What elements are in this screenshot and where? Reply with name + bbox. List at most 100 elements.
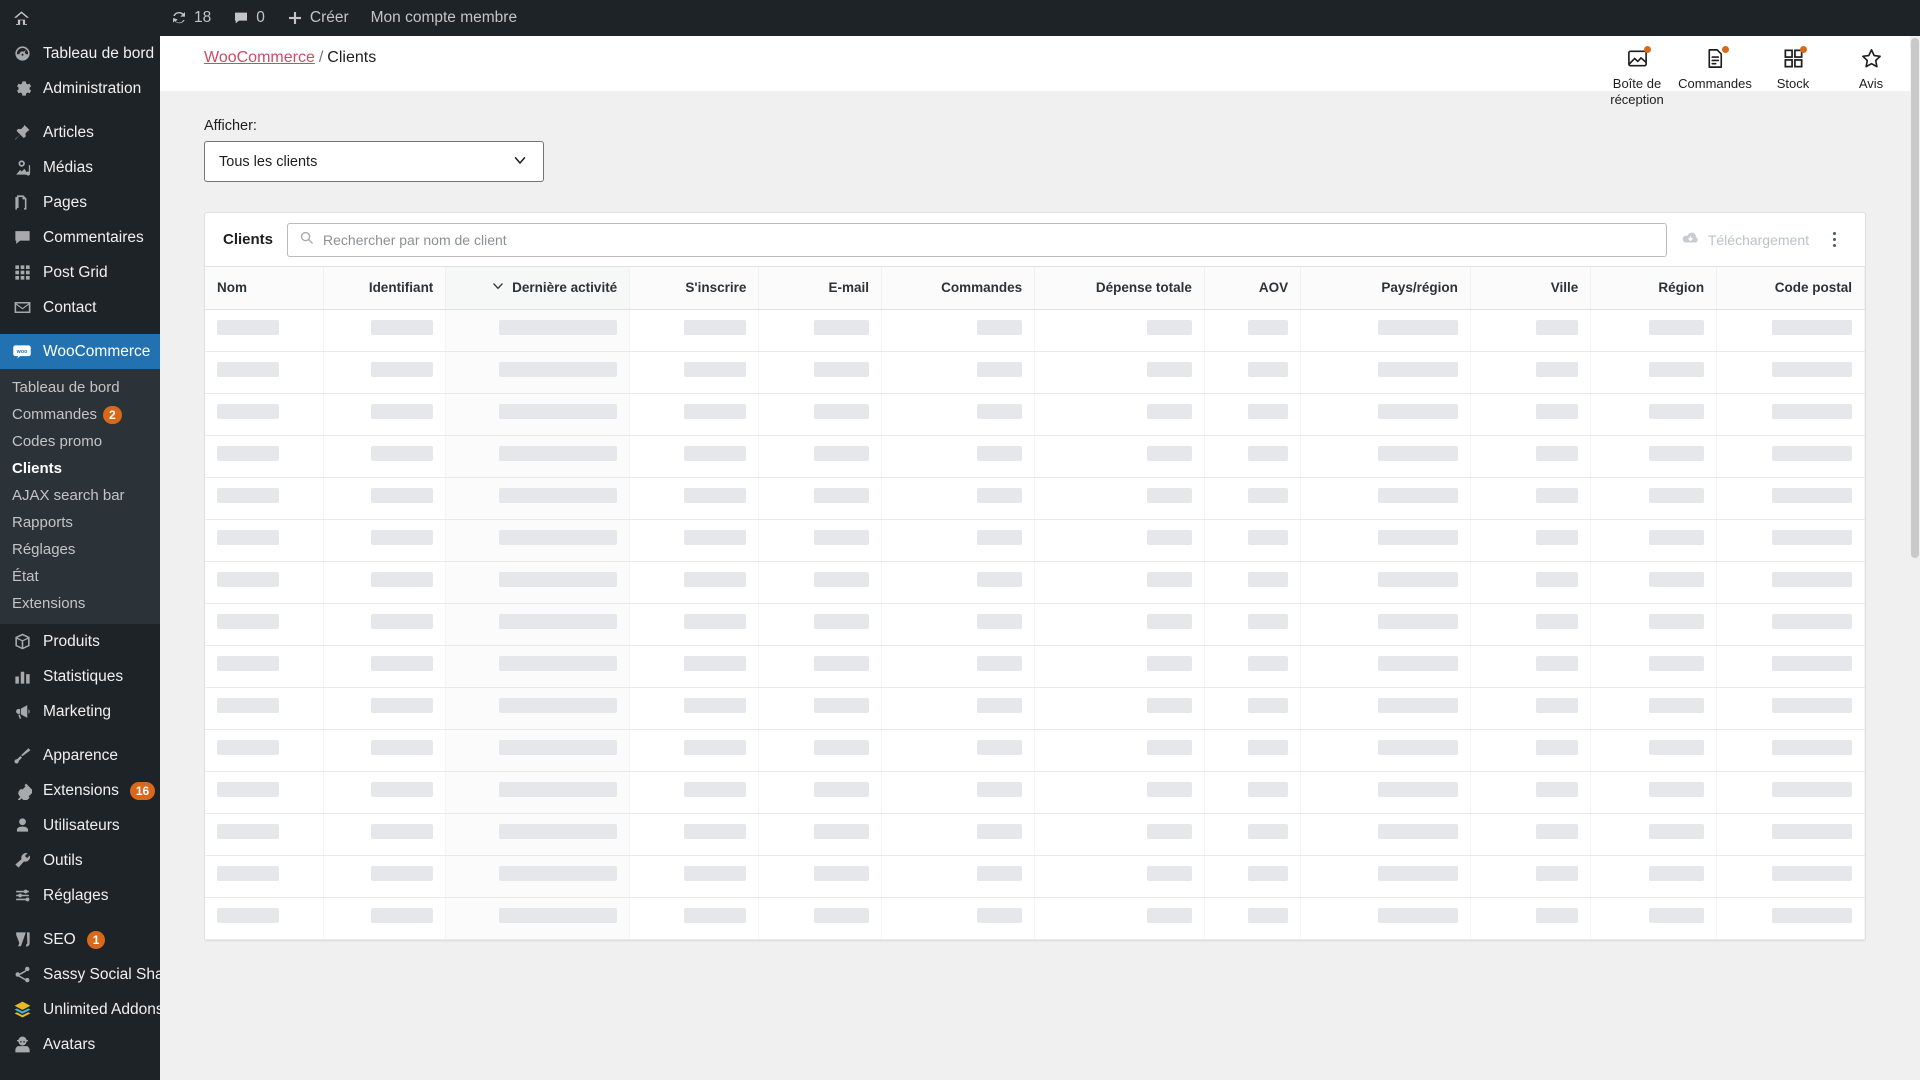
sidebar-item-post-grid[interactable]: Post Grid bbox=[0, 255, 160, 290]
sidebar-item-woocommerce[interactable]: woo WooCommerce bbox=[0, 334, 160, 369]
submenu-item-label: Codes promo bbox=[12, 433, 103, 450]
sidebar-item-m-dias[interactable]: Médias bbox=[0, 150, 160, 185]
sidebar-item-produits[interactable]: Produits bbox=[0, 624, 160, 659]
activity-panel-item-stock[interactable]: Stock bbox=[1754, 36, 1832, 116]
table-cell bbox=[1590, 309, 1718, 352]
table-cell bbox=[445, 855, 631, 898]
sidebar-item-label: Pages bbox=[43, 193, 87, 211]
sidebar-item-extensions[interactable]: Extensions 16 bbox=[0, 773, 160, 808]
activity-panel-label: Commandes bbox=[1678, 76, 1752, 91]
sidebar-item-r-glages[interactable]: Réglages bbox=[0, 878, 160, 913]
column-header-derni-re-activit-[interactable]: Dernière activité bbox=[445, 267, 631, 310]
sidebar-item-avatars[interactable]: Avatars bbox=[0, 1027, 160, 1062]
sidebar-item-tableau-de-bord[interactable]: Tableau de bord bbox=[0, 36, 160, 71]
column-header-nom[interactable]: Nom bbox=[205, 267, 324, 310]
table-cell bbox=[205, 309, 324, 352]
wp-admin-bar: 18 0 Créer Mon compte membre bbox=[0, 0, 1920, 36]
sidebar-item-commentaires[interactable]: Commentaires bbox=[0, 220, 160, 255]
sidebar-item-articles[interactable]: Articles bbox=[0, 115, 160, 150]
sidebar-item-pages[interactable]: Pages bbox=[0, 185, 160, 220]
sidebar-item-label: SEO bbox=[43, 930, 76, 948]
submenu-item-commandes[interactable]: Commandes 2 bbox=[0, 401, 160, 428]
sidebar-item-outils[interactable]: Outils bbox=[0, 843, 160, 878]
loading-placeholder bbox=[1772, 782, 1852, 797]
loading-placeholder bbox=[1146, 572, 1192, 587]
column-header-commandes[interactable]: Commandes bbox=[881, 267, 1036, 310]
submenu-item-tableau-de-bord[interactable]: Tableau de bord bbox=[0, 374, 160, 401]
activity-panel-item-bo-te-de-r-ception[interactable]: Boîte de réception bbox=[1598, 36, 1676, 116]
table-cell bbox=[1034, 435, 1205, 478]
search-field-wrapper[interactable] bbox=[287, 222, 1667, 257]
sidebar-item-administration[interactable]: Administration bbox=[0, 71, 160, 106]
column-header-s-inscrire[interactable]: S'inscrire bbox=[629, 267, 760, 310]
sidebar-item-label: Tableau de bord bbox=[43, 44, 155, 62]
column-header-code-postal[interactable]: Code postal bbox=[1716, 267, 1865, 310]
table-cell bbox=[758, 813, 882, 856]
column-header-e-mail[interactable]: E-mail bbox=[758, 267, 882, 310]
sidebar-item-utilisateurs[interactable]: Utilisateurs bbox=[0, 808, 160, 843]
customers-table: Nom Identifiant Dernière activité S'inscrir… bbox=[205, 267, 1865, 940]
submenu-item-rapports[interactable]: Rapports bbox=[0, 509, 160, 536]
sidebar-item-apparence[interactable]: Apparence bbox=[0, 738, 160, 773]
loading-placeholder bbox=[499, 824, 618, 839]
submenu-item-clients[interactable]: Clients bbox=[0, 455, 160, 482]
adminbar-account[interactable]: Mon compte membre bbox=[360, 0, 528, 36]
loading-placeholder bbox=[371, 782, 434, 797]
page-scrollbar[interactable] bbox=[1910, 36, 1920, 1080]
sidebar-item-sassy-social-share[interactable]: Sassy Social Share bbox=[0, 957, 160, 992]
submenu-item--tat[interactable]: État bbox=[0, 563, 160, 590]
table-cell bbox=[445, 519, 631, 562]
table-cell bbox=[1716, 687, 1865, 730]
column-header-aov[interactable]: AOV bbox=[1204, 267, 1302, 310]
submenu-item-r-glages[interactable]: Réglages bbox=[0, 536, 160, 563]
sidebar-item-label: Contact bbox=[43, 298, 97, 316]
loading-placeholder bbox=[813, 656, 869, 671]
loading-placeholder bbox=[1649, 446, 1705, 461]
table-cell bbox=[1716, 603, 1865, 646]
megaphone-icon bbox=[12, 702, 32, 722]
stock-icon bbox=[1781, 46, 1807, 71]
submenu-item-codes-promo[interactable]: Codes promo bbox=[0, 428, 160, 455]
sidebar-item-label: Avatars bbox=[43, 1035, 96, 1053]
table-cell bbox=[1716, 771, 1865, 814]
table-row bbox=[205, 855, 1865, 898]
loading-placeholder bbox=[1649, 740, 1705, 755]
loading-placeholder bbox=[1248, 320, 1289, 335]
sidebar-item-unlimited-addons[interactable]: Unlimited Addons bbox=[0, 992, 160, 1027]
table-cell bbox=[881, 435, 1036, 478]
user-icon bbox=[12, 816, 32, 836]
download-button[interactable]: Téléchargement bbox=[1681, 229, 1809, 251]
table-row bbox=[205, 435, 1865, 478]
table-cell bbox=[205, 771, 324, 814]
sidebar-item-marketing[interactable]: Marketing bbox=[0, 694, 160, 729]
column-header-d-pense-totale[interactable]: Dépense totale bbox=[1034, 267, 1205, 310]
ellipsis-vertical-icon[interactable] bbox=[1823, 225, 1845, 255]
adminbar-home-link[interactable] bbox=[0, 9, 160, 28]
loading-placeholder bbox=[1772, 908, 1852, 923]
table-cell bbox=[1590, 603, 1718, 646]
search-icon bbox=[299, 230, 314, 250]
sidebar-item-contact[interactable]: Contact bbox=[0, 290, 160, 325]
submenu-badge: 2 bbox=[103, 405, 122, 424]
column-header-r-gion[interactable]: Région bbox=[1590, 267, 1718, 310]
customer-filter-select[interactable]: Tous les clients bbox=[204, 141, 544, 182]
adminbar-comments[interactable]: 0 bbox=[222, 0, 276, 36]
loading-placeholder bbox=[1146, 446, 1192, 461]
column-header-pays-r-gion[interactable]: Pays/région bbox=[1300, 267, 1471, 310]
scrollbar-thumb[interactable] bbox=[1911, 38, 1919, 558]
loading-placeholder bbox=[1146, 614, 1192, 629]
submenu-item-extensions[interactable]: Extensions bbox=[0, 590, 160, 617]
adminbar-updates[interactable]: 18 bbox=[160, 0, 222, 36]
column-header-ville[interactable]: Ville bbox=[1470, 267, 1592, 310]
comments-count: 0 bbox=[256, 9, 265, 26]
search-input[interactable] bbox=[323, 231, 1655, 248]
table-cell bbox=[445, 393, 631, 436]
activity-panel-item-commandes[interactable]: Commandes bbox=[1676, 36, 1754, 116]
breadcrumb-parent-link[interactable]: WooCommerce bbox=[204, 49, 315, 66]
column-header-identifiant[interactable]: Identifiant bbox=[323, 267, 447, 310]
sidebar-item-seo[interactable]: SEO 1 bbox=[0, 922, 160, 957]
activity-panel-item-avis[interactable]: Avis bbox=[1832, 36, 1910, 116]
submenu-item-ajax-search-bar[interactable]: AJAX search bar bbox=[0, 482, 160, 509]
adminbar-new-content[interactable]: Créer bbox=[276, 0, 360, 36]
sidebar-item-statistiques[interactable]: Statistiques bbox=[0, 659, 160, 694]
